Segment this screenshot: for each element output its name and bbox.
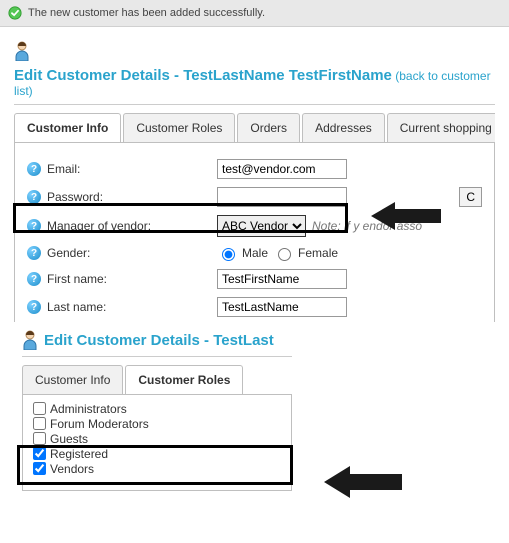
help-icon[interactable]: ? xyxy=(27,219,41,233)
role-label: Guests xyxy=(50,432,88,446)
page-heading: Edit Customer Details - TestLastName Tes… xyxy=(14,27,495,104)
lastname-input[interactable] xyxy=(217,297,347,317)
lastname-label: ? Last name: xyxy=(27,300,217,314)
help-icon[interactable]: ? xyxy=(27,190,41,204)
gender-label: ? Gender: xyxy=(27,246,217,260)
tab-addresses[interactable]: Addresses xyxy=(302,113,385,142)
tab-panel-roles: Administrators Forum Moderators Guests R… xyxy=(22,395,292,491)
user-icon xyxy=(22,330,38,350)
role-administrators-checkbox[interactable] xyxy=(33,402,46,415)
page-title-2[interactable]: Edit Customer Details - TestLast xyxy=(44,332,274,349)
firstname-label: ? First name: xyxy=(27,272,217,286)
tab-strip-2: Customer Info Customer Roles xyxy=(22,365,292,395)
help-icon[interactable]: ? xyxy=(27,300,41,314)
role-item-registered: Registered xyxy=(33,446,281,461)
help-icon[interactable]: ? xyxy=(27,246,41,260)
password-input[interactable] xyxy=(217,187,347,207)
tab-customer-info[interactable]: Customer Info xyxy=(14,113,121,143)
tab-customer-roles-2[interactable]: Customer Roles xyxy=(125,365,243,395)
tab-strip: Customer Info Customer Roles Orders Addr… xyxy=(14,113,495,143)
annotation-arrow-icon-2 xyxy=(324,462,402,505)
annotation-arrow-icon xyxy=(371,197,441,238)
role-label: Vendors xyxy=(50,462,94,476)
password-label: ? Password: xyxy=(27,190,217,204)
tab-orders[interactable]: Orders xyxy=(237,113,300,142)
gender-male-label: Male xyxy=(242,246,268,260)
success-text: The new customer has been added successf… xyxy=(28,7,265,19)
gender-female-label: Female xyxy=(298,246,338,260)
tab-shopping-cart[interactable]: Current shopping ca xyxy=(387,113,495,142)
role-vendors-checkbox[interactable] xyxy=(33,462,46,475)
page-heading-2: Edit Customer Details - TestLast xyxy=(22,322,499,356)
role-item-forum-moderators: Forum Moderators xyxy=(33,416,281,431)
role-label: Forum Moderators xyxy=(50,417,149,431)
tab-customer-info-2[interactable]: Customer Info xyxy=(22,365,123,394)
role-item-vendors: Vendors xyxy=(33,461,281,476)
tab-panel-customer-info: ? Email: ? Password: C ? Manager of vend… xyxy=(14,143,495,322)
help-icon[interactable]: ? xyxy=(27,162,41,176)
firstname-input[interactable] xyxy=(217,269,347,289)
page-title[interactable]: Edit Customer Details - TestLastName Tes… xyxy=(14,67,392,84)
gender-male-radio[interactable] xyxy=(222,248,235,261)
gender-female-radio[interactable] xyxy=(278,248,291,261)
role-item-guests: Guests xyxy=(33,431,281,446)
success-banner: The new customer has been added successf… xyxy=(0,0,509,27)
role-label: Registered xyxy=(50,447,108,461)
role-item-administrators: Administrators xyxy=(33,401,281,416)
help-icon[interactable]: ? xyxy=(27,272,41,286)
vendor-select[interactable]: ABC Vendor xyxy=(217,215,306,237)
check-icon xyxy=(8,6,22,20)
role-registered-checkbox[interactable] xyxy=(33,447,46,460)
role-guests-checkbox[interactable] xyxy=(33,432,46,445)
role-label: Administrators xyxy=(50,402,127,416)
email-input[interactable] xyxy=(217,159,347,179)
user-icon xyxy=(14,41,30,61)
divider xyxy=(22,356,292,357)
vendor-label: ? Manager of vendor: xyxy=(27,219,217,233)
divider xyxy=(14,104,495,105)
tab-customer-roles[interactable]: Customer Roles xyxy=(123,113,235,142)
role-forum-moderators-checkbox[interactable] xyxy=(33,417,46,430)
email-label: ? Email: xyxy=(27,162,217,176)
change-password-button[interactable]: C xyxy=(459,187,482,207)
